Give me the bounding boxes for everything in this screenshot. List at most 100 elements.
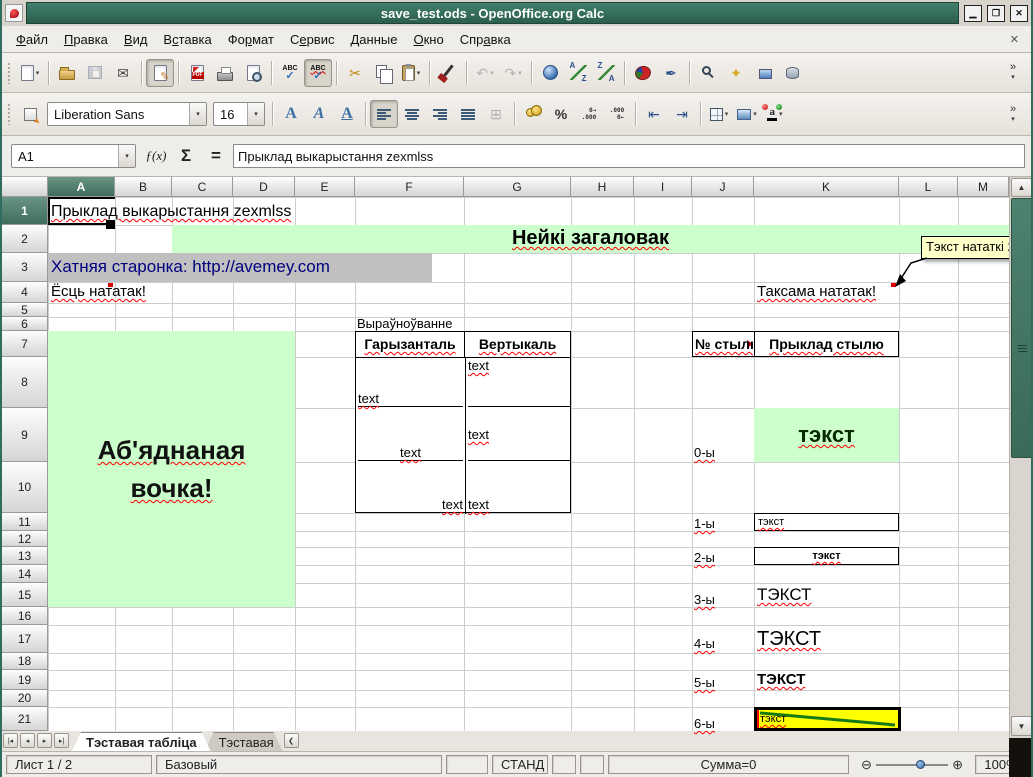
column-header-D[interactable]: D (233, 177, 295, 197)
equals-icon[interactable]: = (203, 144, 229, 168)
cell-F10-text-right[interactable]: text (358, 462, 463, 512)
row-header-21[interactable]: 21 (2, 707, 48, 731)
close-button[interactable]: ✕ (1010, 5, 1028, 22)
font-color-button[interactable]: a▾ (761, 100, 789, 128)
cell-J17[interactable]: 4-ы (694, 625, 752, 651)
font-name-combo-dropdown-icon[interactable]: ▾ (189, 103, 206, 125)
menu-файл[interactable]: Файл (8, 28, 56, 51)
sort-ascending-button[interactable] (564, 59, 592, 87)
cell-align-h-header[interactable]: Гарызанталь (356, 332, 465, 358)
cell-G8-text-top[interactable]: text (468, 358, 570, 407)
zoom-slider[interactable]: ⊖ ⊕ (853, 755, 971, 774)
font-size-combo[interactable]: 16▾ (213, 102, 265, 126)
cell-style-example-header[interactable]: Прыклад стылю (755, 332, 898, 356)
row-header-15[interactable]: 15 (2, 583, 48, 607)
cell-K21-style6[interactable]: тэкст (754, 707, 901, 731)
row-header-13[interactable]: 13 (2, 547, 48, 565)
data-sources-button[interactable] (778, 59, 806, 87)
cell-K19-style5[interactable]: ТЭКСТ (757, 670, 805, 690)
draw-functions-button[interactable]: ✒ (657, 59, 685, 87)
scroll-up-icon[interactable]: ▲ (1011, 178, 1032, 197)
new-document-dropdown-icon[interactable]: ▾ (36, 69, 40, 77)
column-header-A[interactable]: A (48, 177, 115, 197)
row-header-7[interactable]: 7 (2, 331, 48, 357)
cell-K11-style1[interactable]: тэкст (754, 513, 899, 531)
zoom-in-icon[interactable]: ⊕ (952, 757, 963, 773)
format-paintbrush-button[interactable] (434, 59, 462, 87)
row-header-1[interactable]: 1 (2, 197, 48, 225)
copy-button[interactable] (369, 59, 397, 87)
sum-icon[interactable]: Σ (173, 144, 199, 168)
application-icon[interactable] (5, 4, 23, 22)
sort-descending-button[interactable] (592, 59, 620, 87)
row-header-19[interactable]: 19 (2, 670, 48, 690)
zoom-slider-thumb[interactable] (916, 760, 925, 769)
cell-merged-A7[interactable]: Аб'яднаная вочка! (48, 331, 295, 607)
maximize-button[interactable]: ❐ (987, 5, 1005, 22)
row-header-5[interactable]: 5 (2, 303, 48, 317)
minimize-button[interactable]: ▁ (964, 5, 982, 22)
menu-вставка[interactable]: Вставка (155, 28, 219, 51)
paste-dropdown-icon[interactable]: ▾ (417, 69, 421, 77)
column-header-C[interactable]: C (172, 177, 233, 197)
underline-button[interactable]: A (333, 100, 361, 128)
cell-align-v-header[interactable]: Вертыкаль (465, 332, 570, 358)
cell-style-no-header[interactable]: № стылю (695, 332, 753, 356)
paste-button[interactable]: ▾ (397, 59, 425, 87)
function-wizard-icon[interactable]: ƒ(x) (143, 144, 169, 168)
row-header-10[interactable]: 10 (2, 462, 48, 513)
cell-F9-text-center[interactable]: text (358, 409, 463, 461)
column-header-K[interactable]: K (754, 177, 899, 197)
menu-вид[interactable]: Вид (116, 28, 156, 51)
scroll-down-icon[interactable]: ▼ (1011, 716, 1032, 736)
status-selection-mode[interactable]: СТАНД (492, 755, 548, 774)
document-close-icon[interactable]: ✕ (1004, 33, 1025, 46)
background-color-dropdown-icon[interactable]: ▾ (753, 110, 757, 118)
corner-select-all[interactable] (2, 177, 48, 197)
row-header-6[interactable]: 6 (2, 317, 48, 331)
column-header-M[interactable]: M (958, 177, 1009, 197)
toolbar-more-icon[interactable]: »▾ (999, 100, 1027, 128)
cell-J15[interactable]: 3-ы (694, 583, 752, 607)
formula-input[interactable]: Прыклад выкарыстання zexmlss (233, 144, 1025, 168)
first-sheet-icon[interactable]: |◂ (3, 733, 18, 748)
column-header-I[interactable]: I (634, 177, 692, 197)
column-header-B[interactable]: B (115, 177, 172, 197)
cell-J13[interactable]: 2-ы (694, 547, 752, 565)
column-header-L[interactable]: L (899, 177, 958, 197)
status-insert-mode[interactable] (446, 755, 488, 774)
status-sum[interactable]: Сумма=0 (608, 755, 849, 774)
open-button[interactable] (53, 59, 81, 87)
row-header-2[interactable]: 2 (2, 225, 48, 253)
row-header-20[interactable]: 20 (2, 690, 48, 707)
tab-scroll-left-icon[interactable]: ❮ (284, 733, 299, 748)
menu-формат[interactable]: Формат (220, 28, 282, 51)
edit-file-button[interactable] (146, 59, 174, 87)
italic-button[interactable]: A (305, 100, 333, 128)
cell-J19[interactable]: 5-ы (694, 670, 752, 690)
row-header-4[interactable]: 4 (2, 282, 48, 303)
cell-note-K4[interactable]: Таксама нататак! (757, 282, 876, 303)
email-button[interactable]: ✉ (109, 59, 137, 87)
fill-handle[interactable] (106, 220, 115, 229)
print-button[interactable] (211, 59, 239, 87)
menu-окно[interactable]: Окно (405, 28, 451, 51)
cell-J11[interactable]: 1-ы (694, 513, 752, 531)
row-header-14[interactable]: 14 (2, 565, 48, 583)
sheet-tab-1[interactable]: Тэставая табліца (72, 732, 211, 751)
row-header-3[interactable]: 3 (2, 253, 48, 282)
cut-button[interactable]: ✂ (341, 59, 369, 87)
menu-справка[interactable]: Справка (452, 28, 519, 51)
navigator-button[interactable]: ✦ (722, 59, 750, 87)
align-left-button[interactable] (370, 100, 398, 128)
last-sheet-icon[interactable]: ▸| (54, 733, 69, 748)
column-header-H[interactable]: H (571, 177, 634, 197)
vertical-scroll-thumb[interactable] (1011, 198, 1032, 458)
toolbar-more-icon[interactable]: »▾ (999, 59, 1027, 87)
percent-button[interactable]: % (547, 100, 575, 128)
row-header-18[interactable]: 18 (2, 653, 48, 670)
spellcheck-button[interactable]: ABC (276, 59, 304, 87)
menu-правка[interactable]: Правка (56, 28, 116, 51)
font-name-combo[interactable]: Liberation Sans▾ (47, 102, 207, 126)
cell-note-A4[interactable]: Ёсць нататак! (51, 282, 146, 303)
